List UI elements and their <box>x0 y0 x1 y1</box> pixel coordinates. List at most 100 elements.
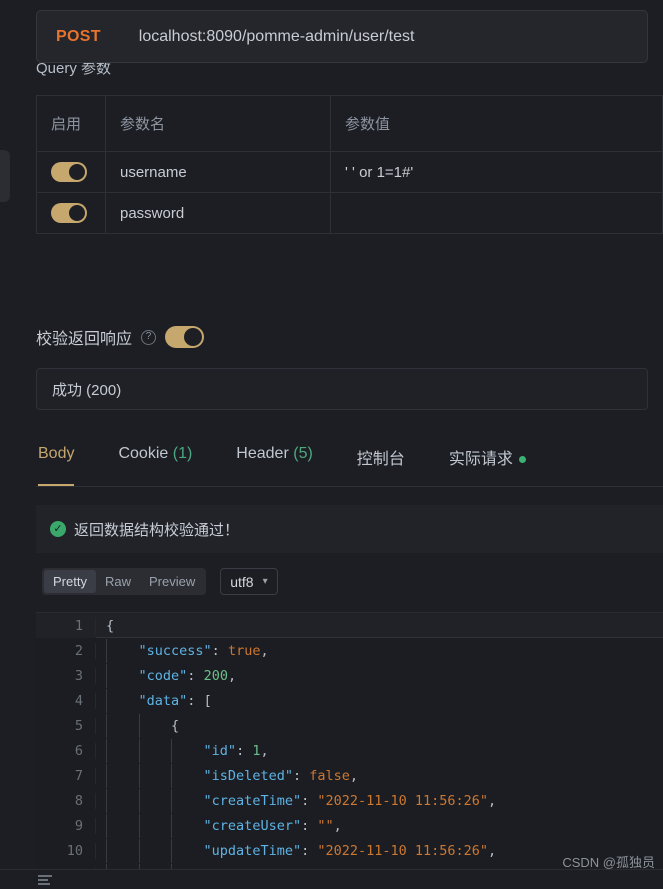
code-line-text: "updateTime": "2022-11-10 11:56:26", <box>96 838 496 863</box>
indent-guide <box>171 738 173 763</box>
watermark-text: CSDN @孤独员 <box>562 855 655 870</box>
indent-guide <box>106 763 107 788</box>
code-line-text: "success": true, <box>96 638 269 663</box>
indent-guide <box>171 838 173 863</box>
line-number: 1 <box>36 617 96 634</box>
http-method-label[interactable]: POST <box>56 28 101 46</box>
request-url-bar[interactable]: POST localhost:8090/pomme-admin/user/tes… <box>36 10 648 63</box>
format-mode-pretty[interactable]: Pretty <box>44 570 96 593</box>
code-line: 1{ <box>36 613 663 638</box>
indent-guide <box>138 763 140 788</box>
table-row: username ' ' or 1=1#' <box>37 152 663 193</box>
collapsed-drawer-handle[interactable] <box>0 150 10 202</box>
indent-guide <box>106 713 107 738</box>
code-line-text: "isDeleted": false, <box>96 763 358 788</box>
left-gutter <box>0 0 36 889</box>
indent-guide <box>106 663 107 688</box>
validate-response-label: 校验返回响应 <box>36 331 133 348</box>
column-header-enable: 启用 <box>37 96 106 151</box>
line-number: 8 <box>36 792 96 809</box>
bottom-status-strip <box>0 869 663 889</box>
code-line-text: "createTime": "2022-11-10 11:56:26", <box>96 788 496 813</box>
param-value-cell[interactable] <box>331 193 663 233</box>
validate-response-row: 校验返回响应 ? <box>36 325 205 349</box>
table-row: password <box>37 193 663 234</box>
question-mark-icon[interactable]: ? <box>141 329 157 345</box>
chevron-down-icon: ▾ <box>262 576 268 587</box>
validate-response-toggle[interactable] <box>165 326 205 348</box>
code-line: 8 "createTime": "2022-11-10 11:56:26", <box>36 788 663 813</box>
indent-guide <box>138 713 140 738</box>
status-dot-icon <box>519 456 527 464</box>
indent-guide <box>171 763 173 788</box>
response-body-code-viewer[interactable]: 1{2 "success": true, 3 "code": 200, 4 "dat… <box>36 612 663 870</box>
indent-guide <box>171 788 173 813</box>
param-name-cell[interactable]: password <box>106 193 331 233</box>
param-name-cell[interactable]: username <box>106 152 331 192</box>
line-number: 4 <box>36 692 96 709</box>
tab-cookie-count: (1) <box>172 445 193 462</box>
encoding-value: utf8 <box>230 573 254 590</box>
indent-guide <box>106 838 107 863</box>
code-line-text: "code": 200, <box>96 663 236 688</box>
validation-pass-text: 返回数据结构校验通过！ <box>74 521 240 539</box>
validation-pass-banner: ✓ 返回数据结构校验通过！ <box>36 505 663 553</box>
request-url-input[interactable]: localhost:8090/pomme-admin/user/test <box>139 28 415 46</box>
indent-guide <box>106 688 107 713</box>
format-mode-group: Pretty Raw Preview <box>42 568 207 595</box>
line-number: 2 <box>36 642 96 659</box>
code-line-text: { <box>96 713 179 738</box>
lines-icon[interactable] <box>38 875 52 886</box>
tab-body-label: Body <box>38 445 75 462</box>
column-header-param-value: 参数值 <box>331 96 663 151</box>
check-circle-icon: ✓ <box>50 521 66 537</box>
param-enable-toggle[interactable] <box>51 162 87 182</box>
response-tabs: Body Cookie (1) Header (5) 控制台 实际请求 <box>36 437 663 487</box>
param-enable-toggle[interactable] <box>51 203 87 223</box>
code-line: 9 "createUser": "", <box>36 813 663 838</box>
line-number: 6 <box>36 742 96 759</box>
column-header-param-name: 参数名 <box>106 96 331 151</box>
tab-actual-request-label: 实际请求 <box>448 451 513 468</box>
tab-console[interactable]: 控制台 <box>357 437 405 486</box>
tab-cookie-label: Cookie <box>118 445 169 462</box>
param-value-cell[interactable]: ' ' or 1=1#' <box>331 152 663 192</box>
response-status-select[interactable]: 成功 (200) <box>36 368 648 410</box>
format-mode-raw[interactable]: Raw <box>96 570 140 593</box>
tab-actual-request[interactable]: 实际请求 <box>448 437 527 486</box>
param-enable-cell <box>37 193 106 233</box>
encoding-select[interactable]: utf8 ▾ <box>220 568 278 595</box>
query-params-table: 启用 参数名 参数值 username ' ' or 1=1#' passwor… <box>36 95 663 234</box>
code-line-text: "data": [ <box>96 688 212 713</box>
line-number: 5 <box>36 717 96 734</box>
indent-guide <box>138 788 140 813</box>
code-line: 3 "code": 200, <box>36 663 663 688</box>
tab-body[interactable]: Body <box>38 437 75 486</box>
indent-guide <box>106 788 107 813</box>
code-line: 6 "id": 1, <box>36 738 663 763</box>
body-format-toolbar: Pretty Raw Preview utf8 ▾ <box>42 568 278 595</box>
code-line: 2 "success": true, <box>36 638 663 663</box>
indent-guide <box>171 813 173 838</box>
tab-console-label: 控制台 <box>356 451 405 468</box>
code-line: 5 { <box>36 713 663 738</box>
tab-cookie[interactable]: Cookie (1) <box>118 437 192 486</box>
code-line-text: { <box>106 617 115 634</box>
indent-guide <box>138 838 140 863</box>
indent-guide <box>138 813 140 838</box>
code-line-text: "createUser": "", <box>96 813 342 838</box>
code-line: 4 "data": [ <box>36 688 663 713</box>
tab-header-label: Header <box>236 445 289 462</box>
line-number: 7 <box>36 767 96 784</box>
tab-header[interactable]: Header (5) <box>236 437 313 486</box>
code-line: 7 "isDeleted": false, <box>36 763 663 788</box>
format-mode-preview[interactable]: Preview <box>140 570 204 593</box>
indent-guide <box>106 738 107 763</box>
api-test-panel: POST localhost:8090/pomme-admin/user/tes… <box>0 0 663 889</box>
table-header-row: 启用 参数名 参数值 <box>37 96 663 152</box>
line-number: 3 <box>36 667 96 684</box>
tab-header-count: (5) <box>293 445 313 462</box>
code-line-text: "id": 1, <box>96 738 269 763</box>
line-number: 9 <box>36 817 96 834</box>
indent-guide <box>106 638 107 663</box>
